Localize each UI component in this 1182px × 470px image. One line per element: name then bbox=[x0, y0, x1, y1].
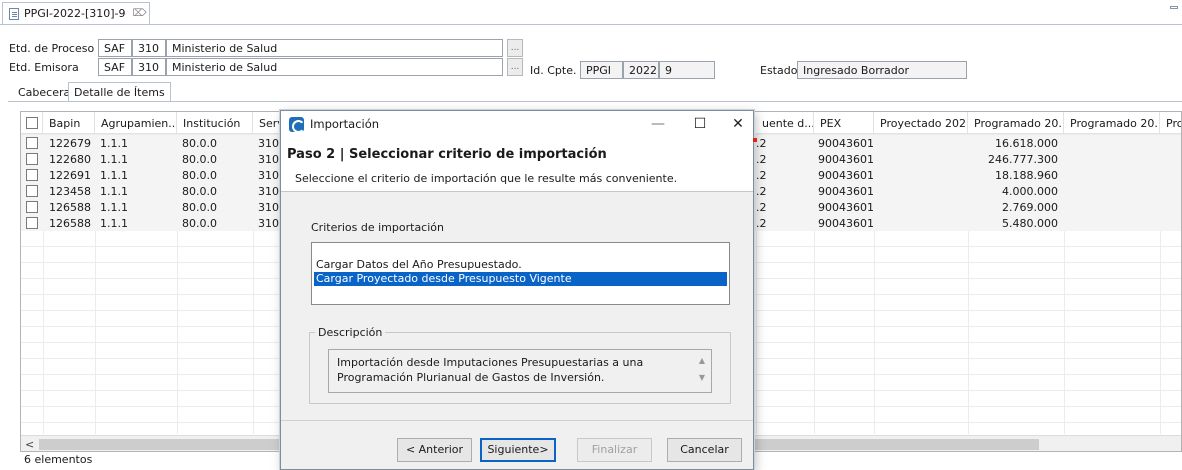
cancel-button[interactable]: Cancelar bbox=[667, 438, 742, 462]
col-programado-1[interactable]: Programado 20... bbox=[968, 112, 1064, 134]
row-checkbox[interactable] bbox=[26, 137, 38, 149]
row-checkbox[interactable] bbox=[26, 217, 38, 229]
editor-tab[interactable]: PPGI-2022-[310]-9 ⌦ bbox=[2, 2, 150, 24]
etd-proceso-code2: 310 bbox=[132, 39, 166, 57]
id-cpte-number: 9 bbox=[659, 61, 715, 79]
cell-bapin: 126588 bbox=[49, 217, 91, 230]
close-icon[interactable]: ✕ bbox=[727, 115, 749, 133]
scroll-left-icon[interactable]: < bbox=[25, 438, 34, 451]
etd-emisora-code2: 310 bbox=[132, 58, 166, 76]
etd-proceso-code1: SAF bbox=[98, 39, 132, 57]
row-checkbox[interactable] bbox=[26, 169, 38, 181]
criteria-option-datos[interactable]: Cargar Datos del Año Presupuestado. bbox=[314, 258, 727, 272]
cell-agrupamiento: 1.1.1 bbox=[100, 217, 128, 230]
id-cpte-type: PPGI bbox=[580, 61, 623, 79]
header-select-all[interactable] bbox=[21, 112, 43, 134]
cell-programado: 5.480.000 bbox=[1002, 217, 1058, 230]
estado-label: Estado bbox=[760, 64, 798, 77]
description-scrollbar[interactable]: ▲ ▼ bbox=[695, 352, 709, 390]
col-proyectado-2021[interactable]: Proyectado 2021 bbox=[874, 112, 968, 134]
scroll-down-icon[interactable]: ▼ bbox=[695, 369, 709, 386]
etd-emisora-label: Etd. Emisora bbox=[9, 61, 79, 74]
criteria-option-proyectado[interactable]: Cargar Proyectado desde Presupuesto Vige… bbox=[314, 272, 727, 286]
document-icon bbox=[9, 7, 19, 20]
minimize-icon[interactable]: — bbox=[647, 115, 669, 133]
col-agrupamiento[interactable]: Agrupamien... bbox=[95, 112, 177, 134]
error-marker-icon bbox=[753, 138, 757, 142]
etd-proceso-label: Etd. de Proceso bbox=[9, 42, 95, 55]
etd-emisora-lookup-button[interactable]: ... bbox=[507, 58, 523, 76]
criteria-label: Criterios de importación bbox=[311, 221, 444, 234]
dialog-titlebar[interactable]: Importación — ☐ ✕ bbox=[281, 111, 753, 138]
col-programado-2[interactable]: Programado 20... bbox=[1064, 112, 1160, 134]
description-textarea[interactable]: Importación desde Imputaciones Presupues… bbox=[328, 349, 712, 393]
back-button[interactable]: < Anterior bbox=[397, 438, 472, 462]
wizard-step-title: Paso 2 | Seleccionar criterio de importa… bbox=[287, 147, 607, 162]
cell-proyectado bbox=[874, 217, 964, 233]
next-button[interactable]: Siguiente> bbox=[480, 438, 556, 462]
row-count-status: 6 elementos bbox=[24, 453, 93, 466]
dialog-title: Importación bbox=[310, 117, 380, 131]
minimize-view-icon[interactable] bbox=[1170, 6, 1178, 9]
close-tab-icon[interactable]: ⌦ bbox=[133, 8, 147, 19]
col-institucion[interactable]: Institución bbox=[177, 112, 253, 134]
col-bapin[interactable]: Bapin bbox=[43, 112, 95, 134]
col-fuente[interactable]: uente d... bbox=[756, 112, 814, 134]
estado-value: Ingresado Borrador bbox=[797, 61, 967, 79]
col-pro[interactable]: Pro bbox=[1160, 112, 1181, 134]
etd-proceso-name: Ministerio de Salud bbox=[166, 39, 503, 57]
description-text: Importación desde Imputaciones Presupues… bbox=[337, 356, 644, 384]
maximize-icon[interactable]: ☐ bbox=[689, 115, 711, 133]
tab-divider bbox=[0, 24, 1182, 25]
cell-institucion: 80.0.0 bbox=[182, 217, 217, 230]
description-legend: Descripción bbox=[315, 326, 386, 339]
tab-detalle-items[interactable]: Detalle de Ítems bbox=[68, 82, 171, 102]
id-cpte-year: 2022 bbox=[623, 61, 659, 79]
finish-button[interactable]: Finalizar bbox=[577, 438, 652, 462]
scroll-up-icon[interactable]: ▲ bbox=[695, 352, 709, 369]
row-checkbox[interactable] bbox=[26, 185, 38, 197]
wizard-header: Paso 2 | Seleccionar criterio de importa… bbox=[281, 138, 753, 192]
editor-tab-title: PPGI-2022-[310]-9 bbox=[24, 7, 126, 20]
etd-emisora-code1: SAF bbox=[98, 58, 132, 76]
app-logo-icon bbox=[289, 117, 304, 132]
criteria-list[interactable]: Cargar Datos del Año Presupuestado. Carg… bbox=[311, 242, 730, 305]
import-dialog: Importación — ☐ ✕ Paso 2 | Seleccionar c… bbox=[280, 110, 754, 470]
etd-emisora-name: Ministerio de Salud bbox=[166, 58, 503, 76]
row-checkbox[interactable] bbox=[26, 201, 38, 213]
cell-fuente: .2 bbox=[756, 217, 767, 230]
id-cpte-label: Id. Cpte. bbox=[530, 64, 577, 77]
wizard-step-description: Seleccione el criterio de importación qu… bbox=[295, 172, 678, 185]
select-all-checkbox[interactable] bbox=[26, 117, 38, 129]
col-pex[interactable]: PEX bbox=[814, 112, 874, 134]
col-servicio[interactable]: Servi bbox=[253, 112, 283, 134]
cell-pex: 90043601 bbox=[818, 217, 874, 230]
tab-cabecera[interactable]: Cabecera bbox=[12, 82, 76, 102]
etd-proceso-lookup-button[interactable]: ... bbox=[507, 39, 523, 57]
row-checkbox[interactable] bbox=[26, 153, 38, 165]
subtab-divider bbox=[8, 101, 1182, 102]
